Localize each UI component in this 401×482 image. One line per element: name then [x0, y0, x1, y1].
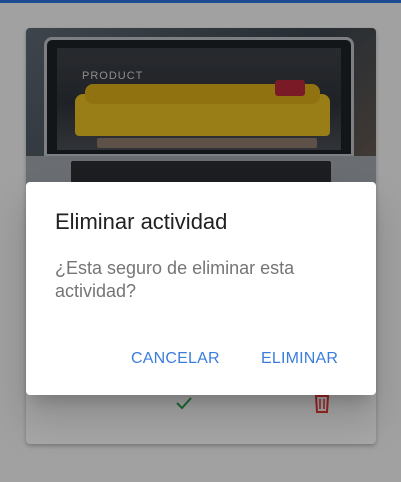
dialog-message: ¿Esta seguro de eliminar esta actividad?: [55, 258, 295, 301]
delete-activity-dialog: Eliminar actividad ¿Esta seguro de elimi…: [26, 182, 376, 395]
dialog-title: Eliminar actividad: [55, 209, 228, 234]
cancel-button[interactable]: CANCELAR: [131, 346, 220, 372]
delete-button[interactable]: ELIMINAR: [261, 346, 338, 372]
